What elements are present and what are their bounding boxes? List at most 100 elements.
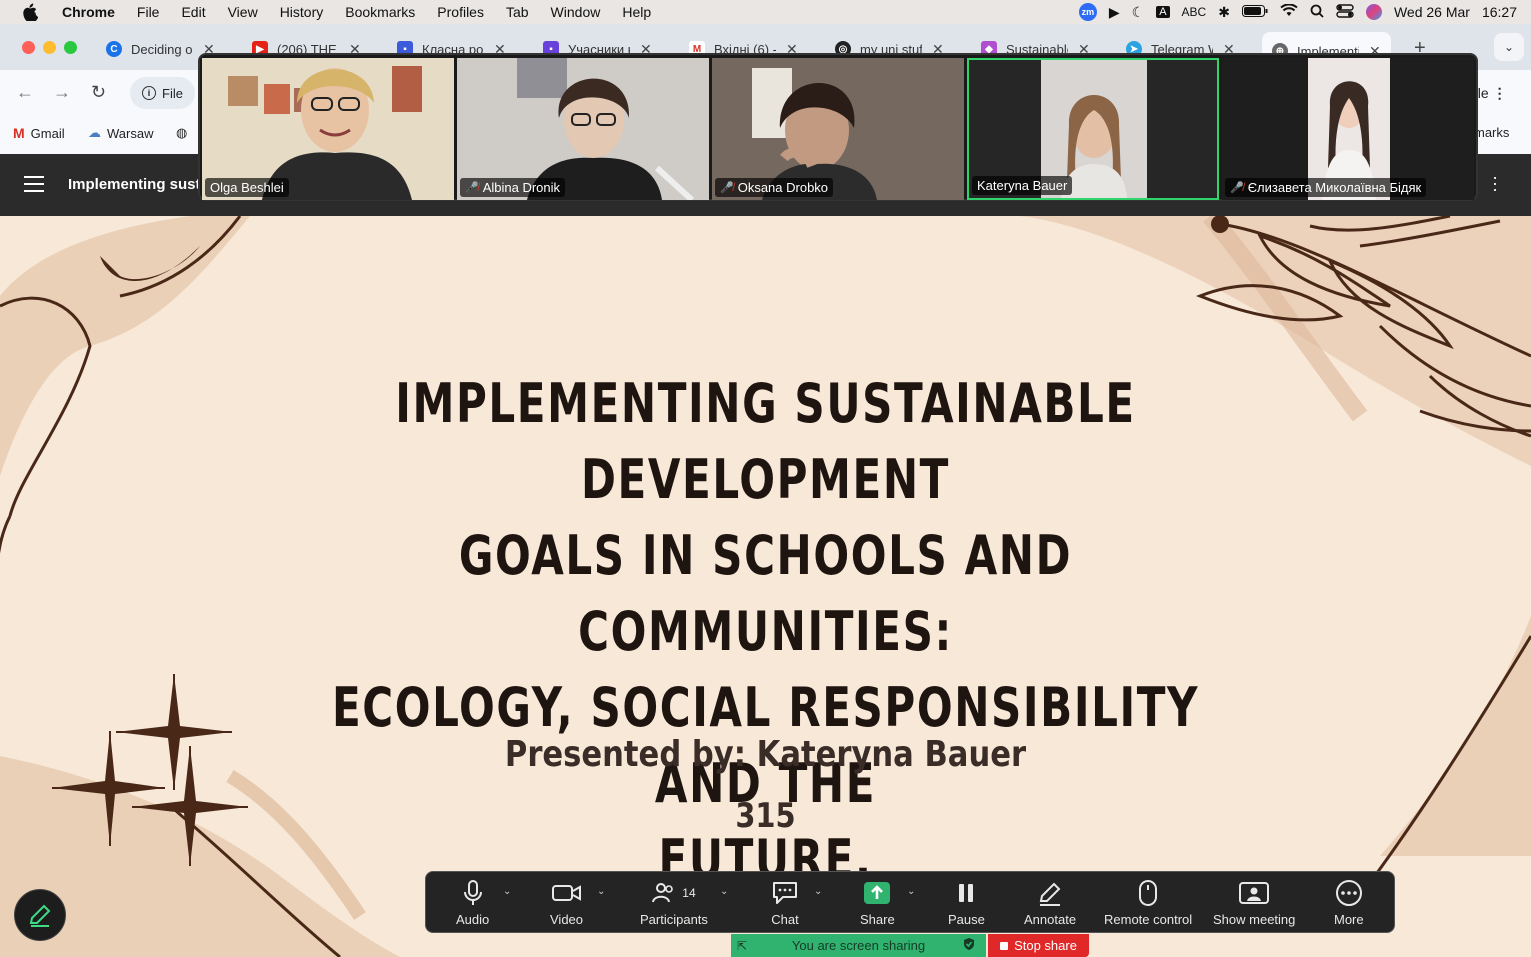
video-chevron-icon[interactable]: ⌄ [597,886,605,897]
chat-chevron-icon[interactable]: ⌄ [814,886,822,897]
bookmark-warsaw[interactable]: ☁ Warsaw [88,125,153,141]
participant-tile[interactable]: 🎤̸ Oksana Drobko [712,58,964,200]
battery-icon[interactable] [1241,4,1268,20]
participant-name: Єлизавета Миколаївна Бідяк [1247,180,1422,195]
site-info-label: File [162,85,183,101]
browser-menu-kebab-icon[interactable]: ⋮ [1493,85,1507,101]
menubar-date: Wed 26 Mar [1393,4,1470,20]
input-source-icon[interactable]: A [1156,6,1170,18]
siri-icon[interactable] [1365,4,1382,20]
keyboard-layout-label[interactable]: ABC [1182,5,1207,19]
zoom-status-icon[interactable]: zm [1078,3,1097,21]
all-bookmarks-button[interactable]: marks [1474,125,1509,140]
menu-view[interactable]: View [228,4,258,20]
slide-title-line: GOALS IN SCHOOLS AND COMMUNITIES: [458,524,1073,663]
participant-name-label: Olga Beshlei [205,178,289,197]
control-center-icon[interactable] [1336,3,1354,21]
chat-bubble-icon [771,878,799,908]
play-icon[interactable]: ▶ [1109,4,1120,21]
stop-share-button[interactable]: Stop share [988,934,1089,957]
globe-icon: ◍ [176,125,188,140]
zoom-video-strip[interactable]: Olga Beshlei 🎤̸ Albina Dronik 🎤̸ Oksana Dr… [198,53,1478,201]
bookmark-gmail[interactable]: M Gmail [13,125,65,141]
minimize-window-button[interactable] [43,41,56,54]
wifi-icon[interactable] [1280,3,1298,20]
spotlight-search-icon[interactable] [1310,4,1324,21]
more-label: More [1334,912,1364,927]
menu-edit[interactable]: Edit [181,4,205,20]
mic-muted-icon: 🎤̸ [1230,182,1244,194]
share-chevron-icon[interactable]: ⌄ [907,886,915,897]
audio-label: Audio [456,912,490,927]
share-label: Share [860,912,895,927]
audio-button[interactable]: Audio [456,878,489,927]
microphone-icon [462,878,484,908]
menu-file[interactable]: File [137,4,160,20]
site-info-chip[interactable]: i File [130,77,195,109]
stop-share-label: Stop share [1014,938,1077,953]
hamburger-menu-icon[interactable] [24,176,44,197]
audio-chevron-icon[interactable]: ⌄ [503,886,511,897]
more-button[interactable]: More [1334,878,1364,927]
zoom-share-toolbar: Audio ⌄ Video ⌄ 14 Participants ⌄ Chat ⌄… [425,871,1395,933]
show-meeting-window-icon [1239,878,1270,908]
participant-tile[interactable]: 🎤̸ Єлизавета Миколаївна Бідяк [1222,58,1474,200]
share-button[interactable]: Share [860,878,895,927]
tab-title: Deciding on [131,41,193,57]
bookmark-label: Warsaw [107,125,154,141]
tab-search-chevron-icon[interactable]: ⌄ [1494,33,1524,61]
chat-button[interactable]: Chat [771,878,799,927]
show-meeting-label: Show meeting [1213,912,1296,927]
participants-button[interactable]: 14 Participants [640,878,708,927]
back-arrow-icon[interactable]: ← [16,82,34,103]
menu-history[interactable]: History [280,4,324,20]
participant-name: Oksana Drobko [737,180,829,195]
menu-help[interactable]: Help [622,4,651,20]
participants-count: 14 [682,886,696,900]
participant-name: Kateryna Bauer [977,178,1068,193]
macos-menubar: Chrome File Edit View History Bookmarks … [0,0,1531,24]
video-label: Video [550,912,584,927]
apple-icon[interactable] [22,3,40,21]
participants-label: Participants [640,912,708,927]
menu-app-chrome[interactable]: Chrome [62,4,115,20]
close-window-button[interactable] [22,41,35,54]
menu-window[interactable]: Window [551,4,601,20]
show-meeting-button[interactable]: Show meeting [1213,878,1295,927]
participant-tile[interactable]: 🎤̸ Albina Dronik [457,58,709,200]
mic-muted-icon: 🎤̸ [720,182,734,194]
more-ellipsis-icon [1335,878,1363,908]
video-button[interactable]: Video [550,878,583,927]
annotate-button[interactable]: Annotate [1024,878,1076,927]
drag-handle-icon[interactable]: ⇱ [737,939,747,953]
stop-square-icon [1000,941,1009,950]
share-screen-icon [863,878,891,908]
menu-tab[interactable]: Tab [506,4,529,20]
zoom-window-button[interactable] [64,41,77,54]
document-title: Implementing sust [68,176,201,193]
participants-icon: 14 [652,878,696,908]
participant-name-label: Kateryna Bauer [972,176,1073,195]
slide-title-line: IMPLEMENTING SUSTAINABLE DEVELOPMENT [395,372,1136,511]
remote-control-button[interactable]: Remote control [1104,878,1192,927]
bookmark-label: Gmail [30,125,65,141]
menu-bookmarks[interactable]: Bookmarks [345,4,415,20]
forward-arrow-icon[interactable]: → [53,82,71,103]
screen-sharing-indicator[interactable]: ⇱ You are screen sharing [731,934,986,957]
reload-icon[interactable]: ↻ [91,82,106,103]
pause-share-button[interactable]: Pause [948,878,985,927]
moon-icon[interactable]: ☾ [1132,4,1145,21]
window-controls [22,41,77,54]
menu-profiles[interactable]: Profiles [437,4,484,20]
camera-icon [551,878,582,908]
participant-tile-active-speaker[interactable]: Kateryna Bauer [967,58,1219,200]
participants-chevron-icon[interactable]: ⌄ [720,886,728,897]
mouse-icon [1138,878,1158,908]
more-options-kebab-icon[interactable]: · · · [1492,168,1498,198]
participant-tile[interactable]: Olga Beshlei [202,58,454,200]
bookmark-globe[interactable]: ◍ [176,125,187,141]
annotate-pencil-button[interactable] [14,889,66,941]
menubar-status-area: zm ▶ ☾ A ABC ✱ Wed 26 Mar 16:27 [1078,0,1517,24]
bluetooth-icon[interactable]: ✱ [1218,4,1230,21]
annotate-pencil-icon [1037,878,1063,908]
